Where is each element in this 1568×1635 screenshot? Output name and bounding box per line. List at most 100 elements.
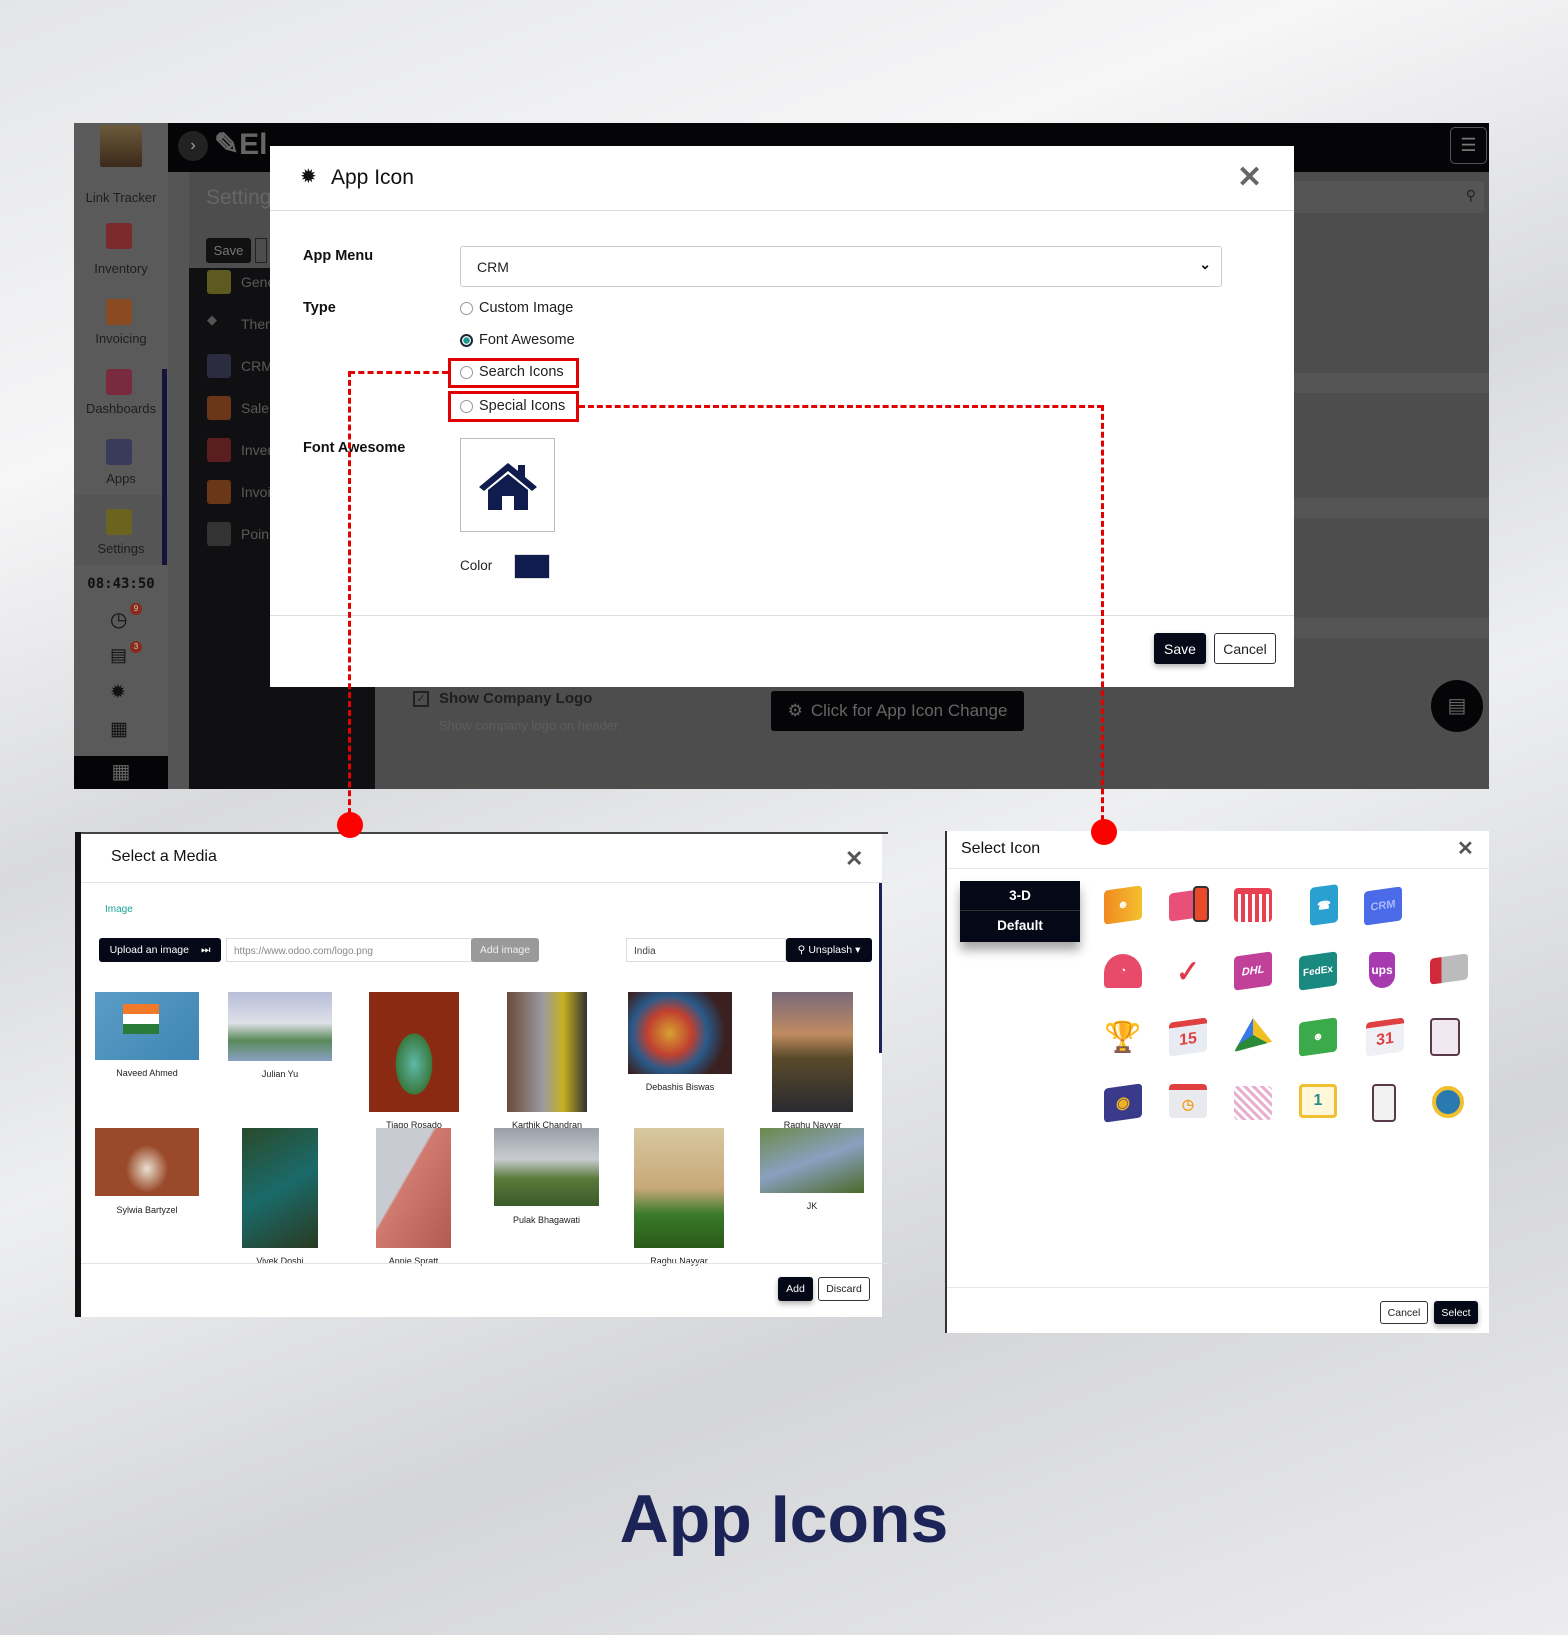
media-image[interactable] xyxy=(369,992,459,1112)
sidebar-item-link-tracker[interactable]: Link Tracker xyxy=(74,190,168,205)
connector-dot xyxy=(1091,819,1117,845)
sidebar-item-apps[interactable]: Apps xyxy=(74,471,168,486)
inventory-icon xyxy=(106,223,132,249)
media-image[interactable] xyxy=(95,1128,199,1196)
apps-menu-button[interactable]: ▦ xyxy=(74,756,168,789)
close-icon[interactable]: ✕ xyxy=(1237,160,1262,195)
close-icon[interactable]: ✕ xyxy=(1457,836,1474,861)
add-image-button[interactable]: Add image xyxy=(471,938,539,962)
app-menu-label: App Menu xyxy=(303,248,374,264)
home-icon xyxy=(479,463,537,510)
media-search-input[interactable]: India xyxy=(626,938,786,962)
clipboard-people-icon[interactable] xyxy=(1430,1018,1460,1056)
sidebar-item-settings[interactable]: Settings xyxy=(74,541,168,556)
media-caption: Sylwia Bartyzel xyxy=(116,1205,178,1215)
connector-line xyxy=(1101,405,1104,830)
cancel-button[interactable]: Cancel xyxy=(1380,1301,1428,1324)
activity-badge: 9 xyxy=(130,603,142,615)
award-icon[interactable]: ◉ xyxy=(1104,1083,1142,1123)
image-url-input[interactable]: https://www.odoo.com/logo.png xyxy=(226,938,472,962)
sidebar-toggle-button[interactable]: › xyxy=(178,131,208,161)
add-note-button[interactable]: ▤ xyxy=(1431,680,1483,732)
avatar[interactable] xyxy=(100,125,142,167)
media-image[interactable] xyxy=(772,992,853,1112)
tab-3d[interactable]: 3-D xyxy=(960,881,1080,911)
show-company-logo-checkbox[interactable]: ✓ xyxy=(413,691,429,707)
gear-icon: ⚙ xyxy=(787,701,803,720)
calendar-icon[interactable] xyxy=(1234,888,1272,922)
icon-preview[interactable] xyxy=(460,438,555,532)
media-image[interactable] xyxy=(507,992,587,1112)
checklist-icon[interactable] xyxy=(1372,1084,1396,1122)
media-caption: Debashis Biswas xyxy=(645,1082,715,1092)
show-company-logo-label: Show Company Logo xyxy=(439,690,593,707)
sidebar-item-inventory[interactable]: Inventory xyxy=(74,261,168,276)
save-button[interactable]: Save xyxy=(206,238,251,263)
media-caption: Julian Yu xyxy=(261,1069,299,1079)
sidebar-item-dashboards[interactable]: Dashboards xyxy=(74,401,168,416)
media-caption: JK xyxy=(806,1201,818,1211)
dialog-title: Select a Media xyxy=(111,848,217,865)
bug-icon: ✹ xyxy=(300,166,317,188)
sidebar-gutter xyxy=(168,172,189,789)
tab-default[interactable]: Default xyxy=(960,911,1080,941)
calendar-clock-icon[interactable]: ◷ xyxy=(1169,1084,1207,1118)
crm-icon[interactable]: CRM xyxy=(1364,886,1402,926)
calendar-1-icon[interactable]: 1 xyxy=(1299,1084,1337,1118)
company-icon[interactable]: ▦ xyxy=(110,718,128,741)
close-icon[interactable]: ✕ xyxy=(845,846,863,872)
media-image[interactable] xyxy=(634,1128,724,1248)
mobile-icon[interactable] xyxy=(1193,886,1209,922)
media-image[interactable] xyxy=(628,992,732,1074)
calendar-31-icon[interactable]: 31 xyxy=(1366,1017,1404,1057)
alarm-clock-icon[interactable] xyxy=(1432,1086,1464,1118)
save-button[interactable]: Save xyxy=(1154,633,1206,664)
select-button[interactable]: Select xyxy=(1434,1301,1478,1324)
tab-image[interactable]: Image xyxy=(105,904,133,915)
media-image[interactable] xyxy=(376,1128,451,1248)
brand-logo: ✎El xyxy=(214,128,268,161)
messages-icon[interactable]: ▤ xyxy=(110,645,127,666)
calendar-person-icon[interactable] xyxy=(1234,1086,1272,1120)
add-button[interactable]: Add xyxy=(778,1277,813,1301)
app-icon-change-button[interactable]: ⚙ Click for App Icon Change xyxy=(771,691,1024,731)
radio-font-awesome[interactable] xyxy=(460,334,473,347)
phonebook-icon[interactable]: ☎ xyxy=(1310,884,1338,926)
media-image[interactable] xyxy=(494,1128,599,1206)
trophy-icon[interactable]: 🏆 xyxy=(1104,1020,1142,1054)
bug-icon[interactable]: ✹ xyxy=(110,681,126,704)
dhl-icon[interactable]: DHL xyxy=(1234,951,1272,991)
app-icon-dialog: ✹ App Icon ✕ App Menu CRM ⌄ Type Custom … xyxy=(270,146,1294,687)
sidebar-item-invoicing[interactable]: Invoicing xyxy=(74,331,168,346)
presenter-icon[interactable]: ☻ xyxy=(1299,1017,1337,1057)
drive-icon[interactable] xyxy=(1234,1018,1272,1052)
discard-button[interactable]: Discard xyxy=(818,1277,870,1301)
fedex-icon[interactable]: FedEx xyxy=(1299,951,1337,991)
media-caption: Raghu Nayyar xyxy=(650,1256,708,1266)
icon-category-tabs: 3-D Default xyxy=(960,881,1080,942)
page-title: Setting xyxy=(206,186,272,209)
cancel-button[interactable]: Cancel xyxy=(1214,633,1276,664)
discard-button[interactable] xyxy=(255,238,267,263)
dashboards-icon xyxy=(106,369,132,395)
color-swatch[interactable] xyxy=(514,554,550,579)
media-image[interactable] xyxy=(242,1128,318,1248)
truck-icon[interactable] xyxy=(1430,953,1468,985)
unsplash-dropdown[interactable]: ⚲ Unsplash ▾ xyxy=(786,938,872,962)
media-caption: Vivek Doshi xyxy=(256,1256,304,1266)
app-menu-select[interactable]: CRM ⌄ xyxy=(460,246,1222,287)
media-image[interactable] xyxy=(760,1128,864,1193)
radio-label-font-awesome: Font Awesome xyxy=(479,332,575,348)
settings-toggle-icon[interactable]: ☰ xyxy=(1450,127,1487,164)
calendar-15-icon[interactable]: 15 xyxy=(1169,1017,1207,1057)
media-image[interactable] xyxy=(228,992,332,1061)
invoicing-icon xyxy=(106,299,132,325)
clock-icon[interactable]: ◷ xyxy=(110,607,127,632)
swoosh-icon[interactable]: ✓ xyxy=(1169,951,1207,990)
upload-image-button[interactable]: Upload an image ⏭ xyxy=(99,938,221,962)
gauge-icon[interactable]: ◔ xyxy=(1104,954,1142,988)
ups-icon[interactable]: ups xyxy=(1369,952,1395,988)
media-image[interactable] xyxy=(95,992,199,1060)
contact-card-icon[interactable]: ☻ xyxy=(1104,885,1142,925)
radio-custom-image[interactable] xyxy=(460,302,473,315)
